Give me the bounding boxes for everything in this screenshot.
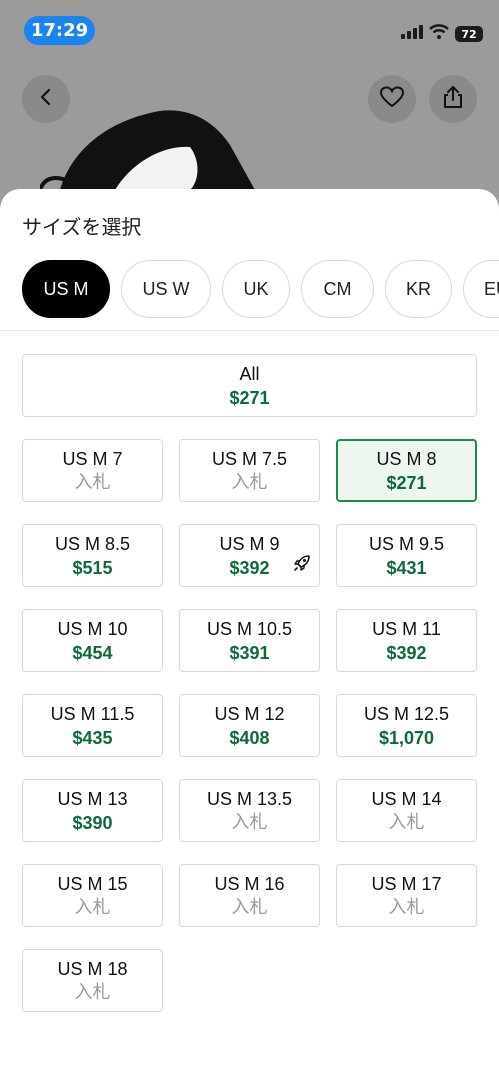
size-price: $271 [229, 387, 270, 408]
size-bid-label: 入札 [74, 471, 111, 493]
size-label: US M 8.5 [54, 533, 131, 554]
size-bid-label: 入札 [74, 981, 111, 1003]
tab-eu[interactable]: EU [463, 260, 499, 318]
size-option[interactable]: US M 14 入札 [336, 779, 477, 842]
size-bid-label: 入札 [388, 896, 425, 918]
chevron-left-icon [36, 87, 56, 112]
size-label: US M 10 [57, 618, 128, 639]
size-bid-label: 入札 [231, 811, 268, 833]
size-price: $1,070 [378, 727, 435, 748]
size-option[interactable]: US M 13 $390 [22, 779, 163, 842]
size-label: US M 8 [376, 448, 437, 469]
size-option[interactable]: US M 17 入札 [336, 864, 477, 927]
size-option[interactable]: US M 9.5 $431 [336, 524, 477, 587]
size-price: $408 [229, 727, 270, 748]
tab-kr[interactable]: KR [385, 260, 452, 318]
share-icon [442, 85, 464, 114]
size-option[interactable]: US M 16 入札 [179, 864, 320, 927]
status-time: 17:29 [24, 16, 95, 45]
size-option[interactable]: US M 8 $271 [336, 439, 477, 502]
size-option[interactable]: US M 12 $408 [179, 694, 320, 757]
size-label: US M 15 [57, 873, 128, 894]
size-option[interactable]: US M 18 入札 [22, 949, 163, 1012]
size-label: US M 16 [214, 873, 285, 894]
size-label: US M 12.5 [363, 703, 450, 724]
size-label: US M 7 [62, 448, 123, 469]
sheet-title: サイズを選択 [22, 215, 142, 239]
size-option[interactable]: US M 9 $392 [179, 524, 320, 587]
tab-us-w[interactable]: US W [121, 260, 211, 318]
size-option[interactable]: US M 12.5 $1,070 [336, 694, 477, 757]
product-image [38, 105, 270, 200]
size-option[interactable]: US M 8.5 $515 [22, 524, 163, 587]
size-label: US M 10.5 [206, 618, 293, 639]
size-option[interactable]: US M 11.5 $435 [22, 694, 163, 757]
size-label: US M 14 [371, 788, 442, 809]
size-option[interactable]: US M 13.5 入札 [179, 779, 320, 842]
size-label: US M 12 [214, 703, 285, 724]
size-selection-sheet: サイズを選択 US M US W UK CM KR EU All $271 US… [0, 189, 499, 1080]
size-label: US M 18 [57, 958, 128, 979]
size-price: $515 [72, 557, 113, 578]
size-option[interactable]: US M 7 入札 [22, 439, 163, 502]
size-option[interactable]: US M 10 $454 [22, 609, 163, 672]
size-label: US M 13 [57, 788, 128, 809]
size-option[interactable]: US M 7.5 入札 [179, 439, 320, 502]
size-option[interactable]: US M 15 入札 [22, 864, 163, 927]
favorite-button[interactable] [368, 75, 416, 123]
size-label: All [239, 363, 260, 384]
heart-icon [379, 85, 405, 113]
rocket-icon [292, 553, 312, 578]
share-button[interactable] [429, 75, 477, 123]
size-label: US M 17 [371, 873, 442, 894]
tab-us-m[interactable]: US M [22, 260, 110, 318]
size-bid-label: 入札 [231, 471, 268, 493]
size-label: US M 11 [372, 618, 441, 639]
size-label: US M 9.5 [368, 533, 445, 554]
status-bar: 17:29 72 [0, 0, 499, 62]
divider [0, 330, 499, 331]
size-option-all[interactable]: All $271 [22, 354, 477, 417]
size-price: $454 [72, 642, 113, 663]
cellular-signal-icon [401, 24, 423, 44]
size-option[interactable]: US M 11 $392 [336, 609, 477, 672]
size-price: $392 [386, 642, 427, 663]
size-bid-label: 入札 [74, 896, 111, 918]
size-price: $391 [229, 642, 270, 663]
size-label: US M 7.5 [211, 448, 288, 469]
size-label: US M 9 [219, 533, 280, 554]
size-label: US M 11.5 [50, 703, 135, 724]
size-price: $390 [72, 812, 113, 833]
battery-indicator: 72 [455, 26, 483, 42]
tab-cm[interactable]: CM [301, 260, 374, 318]
tab-uk[interactable]: UK [222, 260, 290, 318]
size-option[interactable]: US M 10.5 $391 [179, 609, 320, 672]
size-price: $431 [386, 557, 427, 578]
size-price: $271 [386, 472, 427, 493]
back-button[interactable] [22, 75, 70, 123]
size-price: $392 [229, 557, 270, 578]
size-bid-label: 入札 [388, 811, 425, 833]
wifi-icon [429, 24, 449, 44]
size-label: US M 13.5 [206, 788, 293, 809]
size-system-tabs: US M US W UK CM KR EU [22, 260, 499, 318]
size-price: $435 [72, 727, 113, 748]
size-bid-label: 入札 [231, 896, 268, 918]
